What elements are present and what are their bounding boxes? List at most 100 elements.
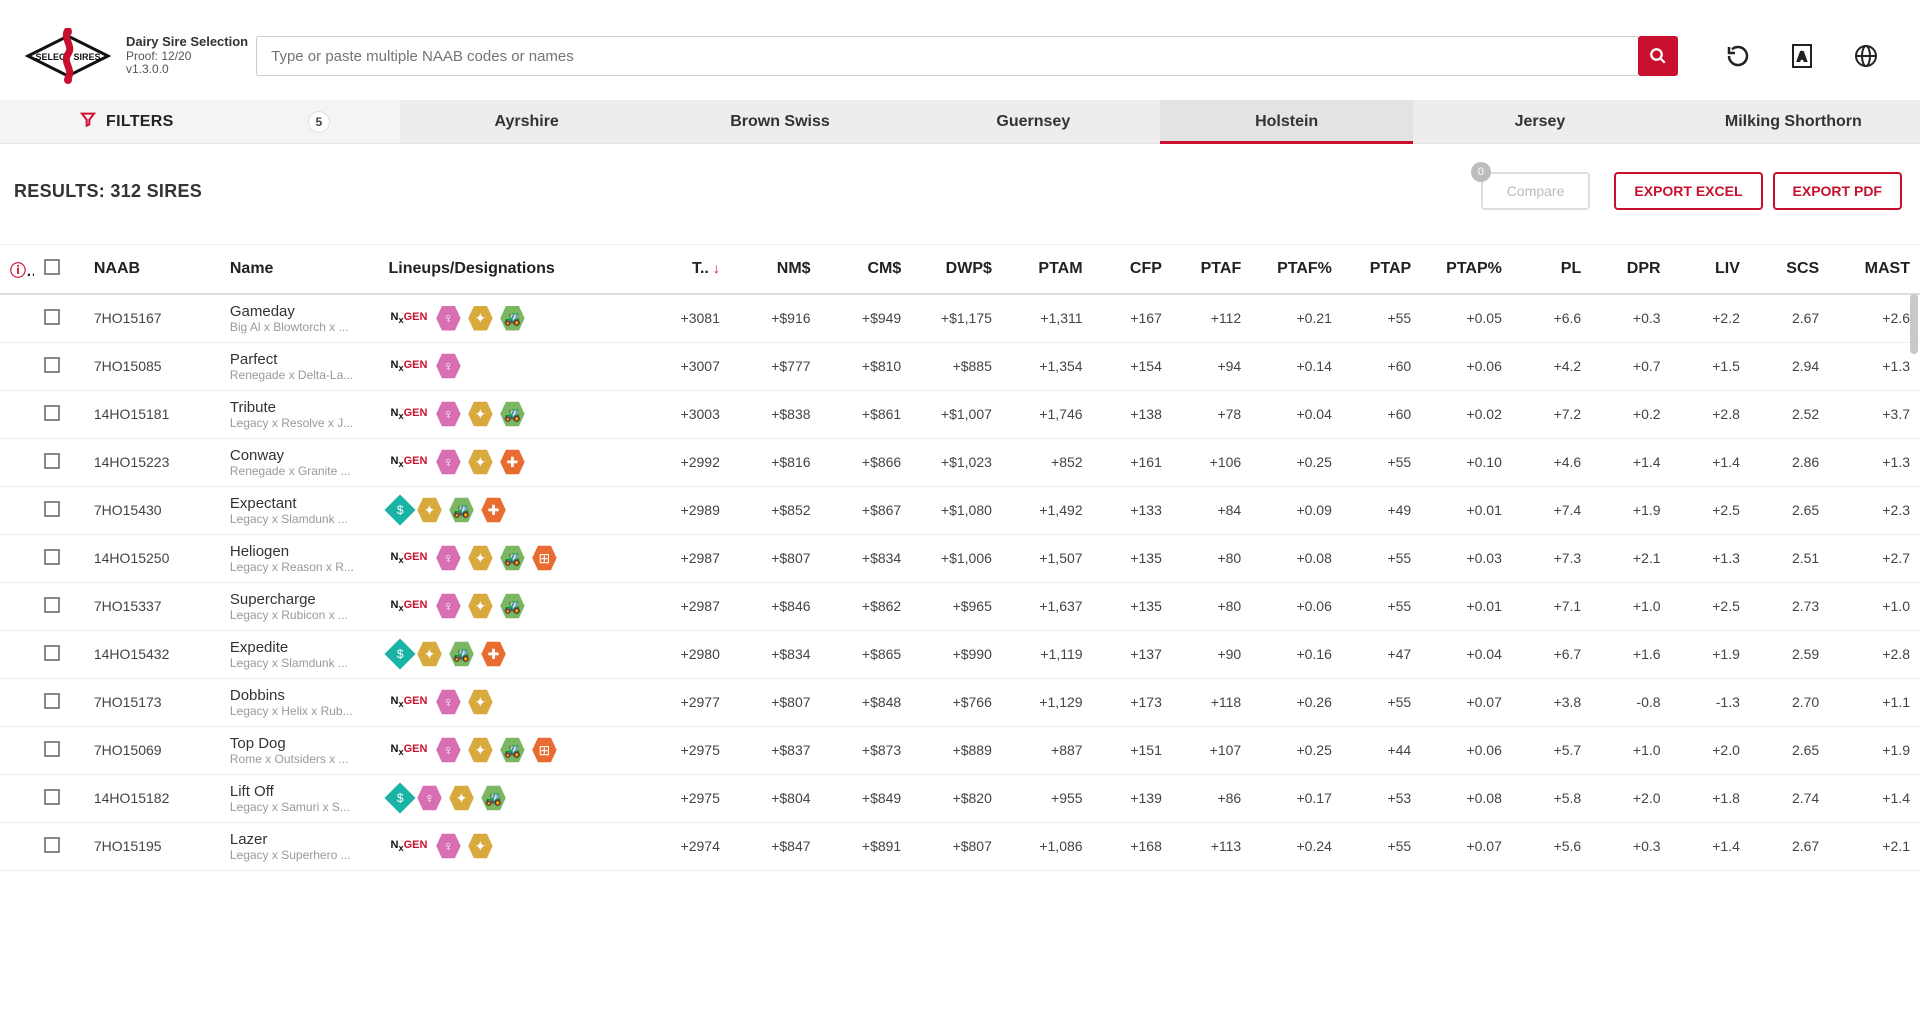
table-row: 14HO15250HeliogenLegacy x Reason x R...N… [0, 534, 1920, 582]
row-info [0, 294, 34, 342]
cell-ptapp: +0.06 [1421, 870, 1512, 874]
row-checkbox[interactable] [44, 501, 60, 517]
cell-dpr: +2.1 [1591, 534, 1670, 582]
row-checkbox[interactable] [44, 789, 60, 805]
row-checkbox[interactable] [44, 741, 60, 757]
col-ptapp[interactable]: PTAP% [1421, 245, 1512, 294]
breed-tab-holstein[interactable]: Holstein [1160, 100, 1413, 143]
cell-dwps: +$885 [911, 342, 1002, 390]
col-naab[interactable]: NAAB [84, 245, 220, 294]
cell-name[interactable]: ExpectantLegacy x Slamdunk ... [220, 486, 379, 534]
col-liv[interactable]: LIV [1671, 245, 1750, 294]
col-lineup[interactable]: Lineups/Designations [379, 245, 640, 294]
cell-name[interactable]: HeliogenLegacy x Reason x R... [220, 534, 379, 582]
cell-tpi: +2977 [639, 678, 730, 726]
globe-icon[interactable] [1854, 44, 1878, 68]
row-checkbox[interactable] [44, 693, 60, 709]
col-ptap[interactable]: PTAP [1342, 245, 1421, 294]
refresh-icon[interactable] [1726, 44, 1750, 68]
cell-tpi: +2975 [639, 726, 730, 774]
col-tpi[interactable]: T..↓ [639, 245, 730, 294]
cell-cms: +$862 [821, 582, 912, 630]
col-name[interactable]: Name [220, 245, 379, 294]
row-checkbox[interactable] [44, 837, 60, 853]
cell-tpi: +2987 [639, 534, 730, 582]
search-button[interactable] [1638, 36, 1678, 76]
cell-name[interactable]: Lift OffLegacy x Samuri x S... [220, 774, 379, 822]
col-info-icon[interactable]: ⓘ [0, 245, 34, 294]
cell-name[interactable]: ExpediteLegacy x Slamdunk ... [220, 630, 379, 678]
row-checkbox[interactable] [44, 453, 60, 469]
cell-tpi: +2992 [639, 438, 730, 486]
cell-naab: 250HO150... [84, 870, 220, 874]
cell-ptap: +60 [1342, 390, 1421, 438]
cell-name[interactable]: ParfectRenegade x Delta-La... [220, 342, 379, 390]
cell-name[interactable]: LazerLegacy x Superhero ... [220, 822, 379, 870]
table-row: 14HO15182Lift OffLegacy x Samuri x S...$… [0, 774, 1920, 822]
cell-dpr: +1.9 [1591, 486, 1670, 534]
export-excel-button[interactable]: EXPORT EXCEL [1614, 172, 1762, 210]
scrollbar[interactable] [1910, 294, 1918, 354]
cell-ptapp: +0.06 [1421, 342, 1512, 390]
cell-scs: 2.51 [1750, 534, 1829, 582]
lineup-orange-icon: ✚ [481, 497, 507, 523]
col-select-all[interactable] [34, 245, 84, 294]
cell-liv: +2.5 [1671, 582, 1750, 630]
cell-cms: +$866 [821, 438, 912, 486]
cell-name[interactable]: RozlineRenegade x Frazzled... [220, 870, 379, 874]
row-checkbox[interactable] [44, 597, 60, 613]
cell-name[interactable]: ConwayRenegade x Granite ... [220, 438, 379, 486]
cell-dpr: +2.0 [1591, 774, 1670, 822]
cell-mast: +2.2 [1829, 870, 1920, 874]
cell-nms: +$838 [730, 390, 821, 438]
cell-dpr: +1.0 [1591, 582, 1670, 630]
breed-tab-brown-swiss[interactable]: Brown Swiss [653, 100, 906, 143]
nxgen-badge: NxGEN [389, 743, 430, 757]
row-checkbox[interactable] [44, 405, 60, 421]
row-checkbox[interactable] [44, 645, 60, 661]
breed-tab-milking-shorthorn[interactable]: Milking Shorthorn [1667, 100, 1920, 143]
col-ptafp[interactable]: PTAF% [1251, 245, 1342, 294]
cell-cfp: +161 [1093, 438, 1172, 486]
col-cms[interactable]: CM$ [821, 245, 912, 294]
cell-ptam: +1,311 [1002, 294, 1093, 342]
breed-tab-ayrshire[interactable]: Ayrshire [400, 100, 653, 143]
cell-ptapp: +0.05 [1421, 294, 1512, 342]
cell-ptap: +44 [1342, 870, 1421, 874]
col-cfp[interactable]: CFP [1093, 245, 1172, 294]
table-row: 7HO15173DobbinsLegacy x Helix x Rub...Nx… [0, 678, 1920, 726]
cell-name[interactable]: Top DogRome x Outsiders x ... [220, 726, 379, 774]
col-pl[interactable]: PL [1512, 245, 1591, 294]
col-mast[interactable]: MAST [1829, 245, 1920, 294]
col-ptaf[interactable]: PTAF [1172, 245, 1251, 294]
col-ptam[interactable]: PTAM [1002, 245, 1093, 294]
sire-grid: ⓘNAABNameLineups/DesignationsT..↓NM$CM$D… [0, 244, 1920, 874]
row-checkbox[interactable] [44, 309, 60, 325]
cell-ptap: +53 [1342, 774, 1421, 822]
custom-report-icon[interactable]: A [1790, 44, 1814, 68]
cell-tpi: +2974 [639, 822, 730, 870]
col-dwps[interactable]: DWP$ [911, 245, 1002, 294]
row-checkbox[interactable] [44, 549, 60, 565]
cell-scs: 2.67 [1750, 294, 1829, 342]
cell-name[interactable]: GamedayBig Al x Blowtorch x ... [220, 294, 379, 342]
breed-tab-jersey[interactable]: Jersey [1413, 100, 1666, 143]
lineup-gold-icon: ✦ [417, 497, 443, 523]
cell-ptap: +55 [1342, 678, 1421, 726]
filters-toggle[interactable]: FILTERS 5 [0, 100, 400, 143]
lineup-pink-icon: ♀ [417, 785, 443, 811]
col-nms[interactable]: NM$ [730, 245, 821, 294]
row-checkbox[interactable] [44, 357, 60, 373]
col-scs[interactable]: SCS [1750, 245, 1829, 294]
search-input[interactable] [256, 36, 1639, 76]
cell-name[interactable]: DobbinsLegacy x Helix x Rub... [220, 678, 379, 726]
cell-liv: -1.3 [1671, 678, 1750, 726]
col-dpr[interactable]: DPR [1591, 245, 1670, 294]
cell-liv: +1.5 [1671, 342, 1750, 390]
cell-name[interactable]: SuperchargeLegacy x Rubicon x ... [220, 582, 379, 630]
cell-tpi: +3081 [639, 294, 730, 342]
compare-button[interactable]: Compare [1481, 172, 1591, 210]
cell-name[interactable]: TributeLegacy x Resolve x J... [220, 390, 379, 438]
breed-tab-guernsey[interactable]: Guernsey [907, 100, 1160, 143]
export-pdf-button[interactable]: EXPORT PDF [1773, 172, 1902, 210]
